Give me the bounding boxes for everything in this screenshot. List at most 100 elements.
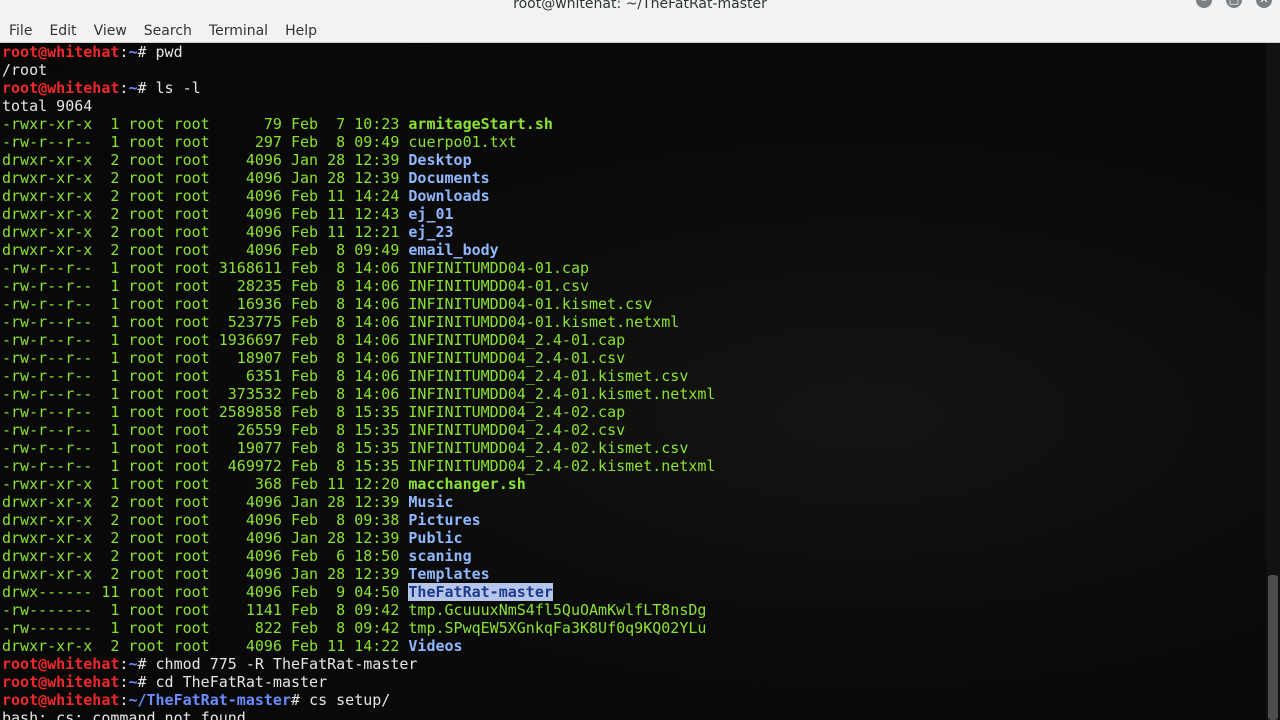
ls-entry-name: INFINITUMDD04-01.csv xyxy=(408,277,590,295)
ls-entry-name: macchanger.sh xyxy=(408,475,526,493)
maximize-icon[interactable]: □ xyxy=(1226,0,1242,8)
ls-entry-name: tmp.SPwqEW5XGnkqFa3K8Uf0q9KQ02YLu xyxy=(408,619,707,637)
ls-entry: -rw-r--r-- 1 root root 19077 Feb 8 15:35… xyxy=(2,439,715,457)
ls-entry: -rw-r--r-- 1 root root 523775 Feb 8 14:0… xyxy=(2,313,715,331)
minimize-icon[interactable]: – xyxy=(1196,0,1212,8)
menu-help[interactable]: Help xyxy=(277,20,325,42)
ls-entry-name: INFINITUMDD04_2.4-01.kismet.netxml xyxy=(408,385,716,403)
ls-entry-dir-name: Documents xyxy=(408,169,490,187)
ls-entry: -rw-r--r-- 1 root root 28235 Feb 8 14:06… xyxy=(2,277,715,295)
command-text: chmod 775 -R TheFatRat-master xyxy=(155,655,418,673)
ls-entry-meta: drwxr-xr-x 2 root root 4096 Feb 11 12:43 xyxy=(2,205,409,223)
ls-entry: -rw-r--r-- 1 root root 297 Feb 8 09:49 c… xyxy=(2,133,715,151)
prompt-user: root@whitehat xyxy=(2,673,120,691)
ls-entry-meta: drwx------ 11 root root 4096 Feb 9 04:50 xyxy=(2,583,409,601)
prompt-line: root@whitehat:~# cd TheFatRat-master xyxy=(2,673,715,691)
ls-entry-meta: -rw-r--r-- 1 root root 19077 Feb 8 15:35 xyxy=(2,439,409,457)
ls-entry-meta: -rw-r--r-- 1 root root 6351 Feb 8 14:06 xyxy=(2,367,409,385)
ls-entry-dir-name: Templates xyxy=(408,565,490,583)
prompt-user: root@whitehat xyxy=(2,655,120,673)
prompt-symbol: # xyxy=(137,655,156,673)
ls-entry-dir-name: ej_23 xyxy=(408,223,454,241)
prompt-symbol: # xyxy=(137,673,156,691)
ls-entry-meta: drwxr-xr-x 2 root root 4096 Jan 28 12:39 xyxy=(2,529,409,547)
ls-entry: drwxr-xr-x 2 root root 4096 Jan 28 12:39… xyxy=(2,493,715,511)
ls-entry: drwxr-xr-x 2 root root 4096 Jan 28 12:39… xyxy=(2,151,715,169)
menu-view[interactable]: View xyxy=(86,20,135,42)
ls-entry-meta: -rw-r--r-- 1 root root 18907 Feb 8 14:06 xyxy=(2,349,409,367)
ls-entry-name: INFINITUMDD04_2.4-02.kismet.netxml xyxy=(408,457,716,475)
ls-entry-name: INFINITUMDD04_2.4-02.kismet.csv xyxy=(408,439,689,457)
ls-entry: -rw-r--r-- 1 root root 2589858 Feb 8 15:… xyxy=(2,403,715,421)
ls-entry: -rw-r--r-- 1 root root 26559 Feb 8 15:35… xyxy=(2,421,715,439)
ls-entry-name: INFINITUMDD04_2.4-01.cap xyxy=(408,331,626,349)
prompt-symbol: # xyxy=(137,79,156,97)
ls-entry-meta: drwxr-xr-x 2 root root 4096 Jan 28 12:39 xyxy=(2,169,409,187)
ls-entry-meta: drwxr-xr-x 2 root root 4096 Feb 8 09:49 xyxy=(2,241,409,259)
ls-entry-meta: -rwxr-xr-x 1 root root 79 Feb 7 10:23 xyxy=(2,115,409,133)
ls-entry-dir-name: email_body xyxy=(408,241,499,259)
ls-entry: -rw-r--r-- 1 root root 16936 Feb 8 14:06… xyxy=(2,295,715,313)
ls-entry-meta: -rw-r--r-- 1 root root 2589858 Feb 8 15:… xyxy=(2,403,409,421)
ls-entry: drwxr-xr-x 2 root root 4096 Jan 28 12:39… xyxy=(2,565,715,583)
scrollbar[interactable] xyxy=(1266,43,1280,720)
ls-entry: -rw-r--r-- 1 root root 469972 Feb 8 15:3… xyxy=(2,457,715,475)
ls-entry: drwx------ 11 root root 4096 Feb 9 04:50… xyxy=(2,583,715,601)
scrollbar-thumb[interactable] xyxy=(1268,575,1278,720)
ls-entry: drwxr-xr-x 2 root root 4096 Jan 28 12:39… xyxy=(2,529,715,547)
output-text: /root xyxy=(2,61,48,79)
ls-entry-meta: drwxr-xr-x 2 root root 4096 Feb 11 12:21 xyxy=(2,223,409,241)
output-line: total 9064 xyxy=(2,97,715,115)
ls-entry: -rw-r--r-- 1 root root 373532 Feb 8 14:0… xyxy=(2,385,715,403)
ls-entry-name: armitageStart.sh xyxy=(408,115,553,133)
prompt-line: root@whitehat:~# pwd xyxy=(2,43,715,61)
ls-entry-name: INFINITUMDD04-01.kismet.csv xyxy=(408,295,653,313)
ls-entry-meta: drwxr-xr-x 2 root root 4096 Jan 28 12:39 xyxy=(2,565,409,583)
ls-entry-meta: -rw-r--r-- 1 root root 1936697 Feb 8 14:… xyxy=(2,331,409,349)
ls-entry-name: INFINITUMDD04-01.kismet.netxml xyxy=(408,313,680,331)
menu-search[interactable]: Search xyxy=(136,20,200,42)
command-text: pwd xyxy=(155,43,183,61)
menu-edit[interactable]: Edit xyxy=(41,20,84,42)
command-text: cd TheFatRat-master xyxy=(155,673,328,691)
prompt-line: root@whitehat:~/TheFatRat-master# cs set… xyxy=(2,691,715,709)
ls-entry-dir-name: Pictures xyxy=(408,511,481,529)
prompt-user: root@whitehat xyxy=(2,691,120,709)
close-icon[interactable]: ✕ xyxy=(1256,0,1272,8)
prompt-symbol: # xyxy=(291,691,310,709)
ls-entry-dir-name: TheFatRat-master xyxy=(408,583,553,601)
ls-entry-meta: -rw------- 1 root root 822 Feb 8 09:42 xyxy=(2,619,409,637)
ls-entry-dir-name: Videos xyxy=(408,637,463,655)
ls-entry-meta: drwxr-xr-x 2 root root 4096 Feb 6 18:50 xyxy=(2,547,409,565)
ls-entry-meta: drwxr-xr-x 2 root root 4096 Jan 28 12:39 xyxy=(2,151,409,169)
ls-entry: -rw------- 1 root root 822 Feb 8 09:42 t… xyxy=(2,619,715,637)
ls-entry-meta: drwxr-xr-x 2 root root 4096 Feb 8 09:38 xyxy=(2,511,409,529)
window-titlebar[interactable]: root@whitehat: ~/TheFatRat-master – □ ✕ xyxy=(0,0,1280,20)
ls-entry-meta: -rw-r--r-- 1 root root 3168611 Feb 8 14:… xyxy=(2,259,409,277)
ls-entry: -rw------- 1 root root 1141 Feb 8 09:42 … xyxy=(2,601,715,619)
ls-entry: drwxr-xr-x 2 root root 4096 Feb 11 12:43… xyxy=(2,205,715,223)
terminal-output[interactable]: root@whitehat:~# pwd/root root@whitehat:~… xyxy=(0,43,1266,720)
ls-entry: drwxr-xr-x 2 root root 4096 Feb 6 18:50 … xyxy=(2,547,715,565)
menu-file[interactable]: File xyxy=(1,20,40,42)
ls-entry-dir-name: Public xyxy=(408,529,463,547)
ls-entry: -rwxr-xr-x 1 root root 368 Feb 11 12:20 … xyxy=(2,475,715,493)
menu-bar: File Edit View Search Terminal Help xyxy=(0,20,1280,43)
ls-entry-dir-name: Music xyxy=(408,493,454,511)
ls-entry-name: INFINITUMDD04_2.4-01.kismet.csv xyxy=(408,367,689,385)
ls-entry-name: INFINITUMDD04_2.4-02.csv xyxy=(408,421,626,439)
ls-entry: -rw-r--r-- 1 root root 6351 Feb 8 14:06 … xyxy=(2,367,715,385)
ls-entry: -rwxr-xr-x 1 root root 79 Feb 7 10:23 ar… xyxy=(2,115,715,133)
ls-entry-name: INFINITUMDD04_2.4-02.cap xyxy=(408,403,626,421)
ls-entry-meta: -rw-r--r-- 1 root root 28235 Feb 8 14:06 xyxy=(2,277,409,295)
command-text: ls -l xyxy=(155,79,201,97)
ls-entry: -rw-r--r-- 1 root root 1936697 Feb 8 14:… xyxy=(2,331,715,349)
ls-entry-meta: -rw-r--r-- 1 root root 373532 Feb 8 14:0… xyxy=(2,385,409,403)
ls-entry-name: INFINITUMDD04_2.4-01.csv xyxy=(408,349,626,367)
ls-entry-name: tmp.GcuuuxNmS4fl5QuOAmKwlfLT8nsDg xyxy=(408,601,707,619)
output-text: total 9064 xyxy=(2,97,93,115)
ls-entry-dir-name: Downloads xyxy=(408,187,490,205)
ls-entry: -rw-r--r-- 1 root root 18907 Feb 8 14:06… xyxy=(2,349,715,367)
menu-terminal[interactable]: Terminal xyxy=(201,20,276,42)
ls-entry-meta: -rw-r--r-- 1 root root 523775 Feb 8 14:0… xyxy=(2,313,409,331)
